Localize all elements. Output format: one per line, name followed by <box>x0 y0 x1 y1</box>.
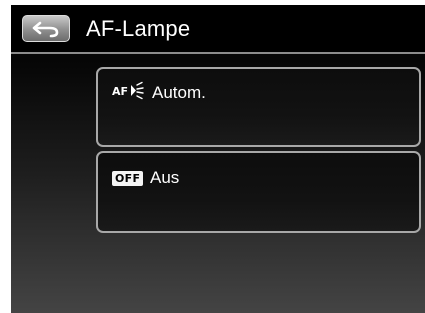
option-off-label: Aus <box>150 168 180 187</box>
option-auto-label: Autom. <box>152 83 206 102</box>
page-title: AF-Lampe <box>86 16 191 41</box>
camera-menu-screen: AF-Lampe AF Autom. OFF Aus <box>11 5 425 313</box>
back-button[interactable] <box>22 15 70 42</box>
off-icon-text: OFF <box>112 171 144 186</box>
option-off[interactable]: OFF Aus <box>96 151 421 233</box>
af-assist-lamp-icon: AF <box>112 81 148 106</box>
svg-text:AF: AF <box>112 85 128 98</box>
option-auto[interactable]: AF Autom. <box>96 67 421 147</box>
off-icon: OFF <box>112 169 144 187</box>
back-arrow-icon <box>32 21 59 37</box>
title-bar: AF-Lampe <box>11 5 425 54</box>
